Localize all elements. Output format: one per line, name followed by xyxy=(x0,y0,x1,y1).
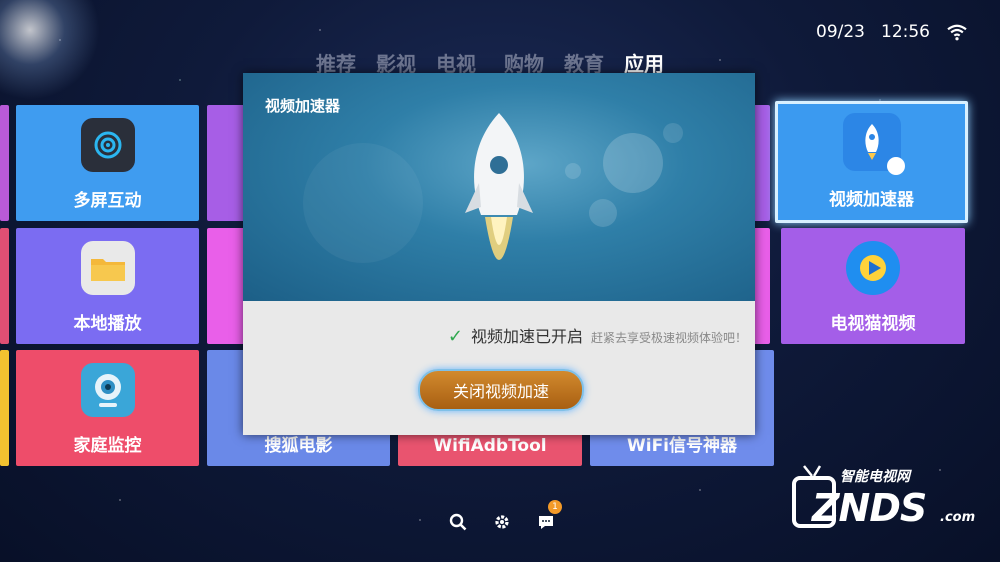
rocket-icon xyxy=(842,113,905,175)
watermark-domain: .com xyxy=(940,510,976,525)
status-time: 12:56 xyxy=(881,22,930,42)
status-sub-text: 赶紧去享受极速视频体验吧！ xyxy=(590,331,747,345)
camera-icon xyxy=(80,363,135,417)
message-icon[interactable]: 1 xyxy=(536,500,562,532)
tile-label: 本地播放 xyxy=(73,314,142,334)
tile-label: 家庭监控 xyxy=(73,436,142,456)
tile-label: WifiAdbTool xyxy=(433,436,547,456)
folder-icon xyxy=(80,241,135,295)
tile-video-accel[interactable]: 视频加速器 xyxy=(775,101,968,223)
tile-tv-cat[interactable]: 电视猫视频 xyxy=(781,228,965,344)
wifi-icon xyxy=(947,24,967,41)
disable-accel-button[interactable]: 关闭视频加速 xyxy=(418,369,584,411)
check-icon: ✓ xyxy=(447,326,463,347)
watermark-cn: 智能电视网 xyxy=(840,469,910,485)
gear-icon[interactable] xyxy=(492,512,512,532)
znds-watermark: 智能电视网 ZNDS .com xyxy=(790,462,980,542)
tile-partial-left-2[interactable] xyxy=(0,228,9,344)
tile-label: 电视猫视频 xyxy=(830,314,916,334)
status-bar: 09/23 12:56 xyxy=(816,22,968,42)
tile-label: 多屏互动 xyxy=(73,191,142,211)
light-flare xyxy=(0,0,100,100)
message-badge: 1 xyxy=(548,500,562,514)
tile-partial-left-3[interactable] xyxy=(0,350,9,466)
tile-home-monitor[interactable]: 家庭监控 xyxy=(16,350,199,466)
search-icon[interactable] xyxy=(448,512,468,532)
status-date: 09/23 xyxy=(816,22,865,42)
status-main-text: 视频加速已开启 xyxy=(470,327,583,346)
tile-partial-left-1[interactable] xyxy=(0,105,9,221)
speed-badge-icon xyxy=(886,157,905,175)
tv-cat-icon xyxy=(846,241,900,295)
bottom-dock: 1 xyxy=(448,500,562,532)
accelerator-dialog: 视频加速器 ✓ 视频加速已开启 赶紧去享受极速视频体验吧！ 关闭视频加速 xyxy=(243,73,755,435)
tile-label: 视频加速器 xyxy=(829,190,914,210)
tile-multi-screen[interactable]: 多屏互动 xyxy=(16,105,199,221)
tile-local-play[interactable]: 本地播放 xyxy=(16,228,199,344)
dialog-banner: 视频加速器 xyxy=(243,73,755,301)
multi-screen-icon xyxy=(80,118,135,172)
dialog-status: ✓ 视频加速已开启 赶紧去享受极速视频体验吧！ xyxy=(243,323,755,347)
watermark-en: ZNDS xyxy=(812,486,927,530)
dialog-title: 视频加速器 xyxy=(265,97,341,115)
